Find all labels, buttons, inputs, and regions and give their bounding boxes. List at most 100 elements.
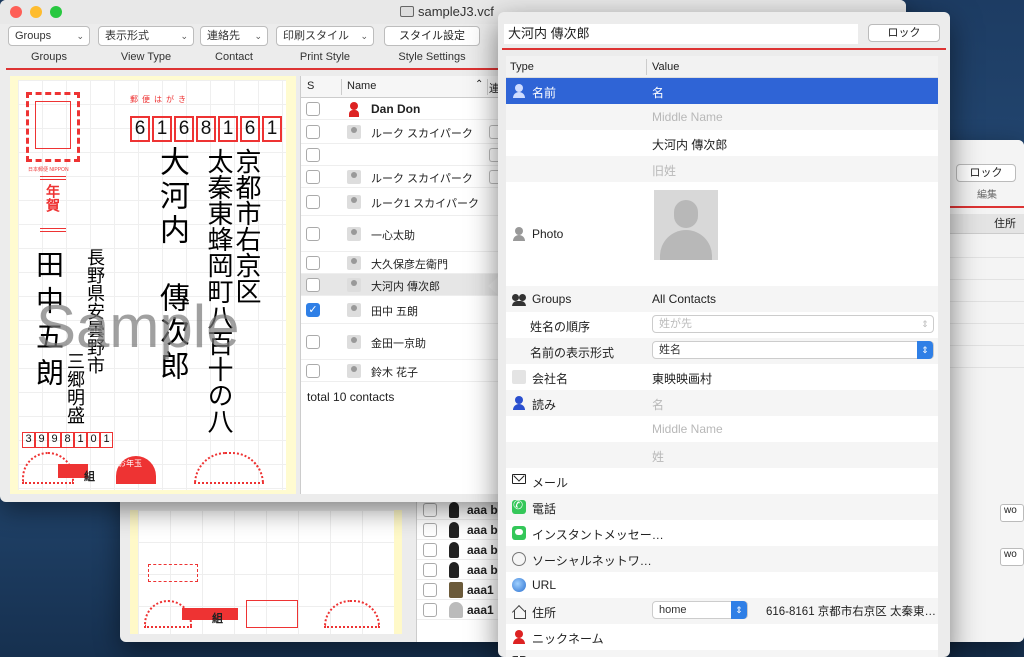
col-value-header[interactable]: Value — [652, 61, 679, 73]
chevron-down-icon: ⌄ — [254, 31, 262, 41]
back-lot-label: 組 — [212, 613, 223, 625]
select-checkbox[interactable] — [306, 278, 320, 292]
detail-row-middle[interactable]: Middle Name — [506, 104, 938, 130]
contact-photo[interactable] — [654, 190, 718, 260]
photo-body — [660, 230, 712, 260]
zip-digit: 8 — [196, 116, 216, 142]
detail-row-reading_family[interactable]: 姓 — [506, 442, 938, 468]
groups-popup[interactable]: Groups ⌄ — [8, 26, 90, 46]
select-checkbox[interactable] — [306, 195, 320, 209]
select-checkbox[interactable] — [306, 364, 320, 378]
view-type-group: 表示形式 ⌄ View Type — [98, 26, 194, 63]
print-style-popup[interactable]: 印刷スタイル ⌄ — [276, 26, 374, 46]
select-checkbox[interactable] — [423, 523, 437, 537]
lock-button[interactable]: ロック — [868, 24, 940, 42]
back-row-button[interactable]: wo — [1000, 504, 1024, 522]
detail-row-phone[interactable]: 電話 — [506, 494, 938, 520]
contact-name: aaa b — [467, 523, 498, 537]
popover-divider — [502, 48, 946, 50]
select-checkbox[interactable] — [423, 543, 437, 557]
select-checkbox[interactable] — [423, 503, 437, 517]
zip-digit: 1 — [74, 432, 87, 448]
detail-row-name[interactable]: 名前 名 — [506, 78, 938, 104]
name-field[interactable]: 大河内 傳次郎 — [504, 24, 858, 44]
select-checkbox[interactable] — [306, 102, 320, 116]
detail-value[interactable]: 名 — [652, 396, 664, 413]
close-button[interactable] — [10, 6, 22, 18]
select-checkbox[interactable] — [423, 583, 437, 597]
detail-row-photo[interactable]: Photo — [506, 182, 938, 286]
detail-value[interactable]: 旧姓 — [652, 162, 676, 179]
select-checkbox[interactable] — [306, 148, 320, 162]
list-item[interactable]: 大久保彦左衛門 — [301, 252, 501, 274]
contact-popup[interactable]: 連絡先 ⌄ — [200, 26, 268, 46]
detail-row-mail[interactable]: メール — [506, 468, 938, 494]
list-item[interactable]: ルーク スカイパーク — [301, 120, 501, 144]
detail-row-nickname[interactable]: ニックネーム — [506, 624, 938, 650]
detail-value[interactable]: Middle Name — [652, 110, 723, 124]
list-item[interactable]: ✓ 田中 五朗 — [301, 296, 501, 324]
col-name-header[interactable]: Name — [347, 80, 376, 92]
select-checkbox[interactable] — [423, 563, 437, 577]
detail-row-im[interactable]: インスタントメッセー… — [506, 520, 938, 546]
view-type-popup[interactable]: 表示形式 ⌄ — [98, 26, 194, 46]
detail-row-birthday[interactable]: 誕生日 — [506, 650, 938, 657]
select-checkbox[interactable] — [423, 603, 437, 617]
col-type-header[interactable]: Type — [510, 61, 534, 73]
minimize-button[interactable] — [30, 6, 42, 18]
detail-row-reading[interactable]: 読み 名 — [506, 390, 938, 416]
contact-avatar-icon — [347, 256, 361, 270]
contact-name: 金田一京助 — [371, 338, 426, 350]
select-checkbox[interactable] — [306, 256, 320, 270]
select-checkbox[interactable] — [306, 170, 320, 184]
detail-row-reading_middle[interactable]: Middle Name — [506, 416, 938, 442]
select-checkbox[interactable] — [306, 335, 320, 349]
detail-row-address[interactable]: 住所 home ⇕ 616-8161 京都市右京区 太秦東… — [506, 598, 938, 624]
detail-row-social[interactable]: ソーシャルネットワ… — [506, 546, 938, 572]
select-checkbox[interactable]: ✓ — [306, 303, 320, 317]
detail-row-url[interactable]: URL — [506, 572, 938, 598]
list-item[interactable]: 金田一京助 — [301, 324, 501, 360]
detail-row-name_order[interactable]: 姓名の順序 姓が先 ⇕ — [506, 312, 938, 338]
detail-row-groups[interactable]: Groups All Contacts — [506, 286, 938, 312]
list-item[interactable]: ルーク スカイパーク — [301, 166, 501, 188]
detail-value[interactable]: 東映映画村 — [652, 370, 712, 387]
address-select[interactable]: home ⇕ — [652, 601, 748, 619]
back-table-row — [950, 280, 1024, 302]
contact-name: ルーク1 スカイパーク — [371, 198, 479, 210]
detail-value[interactable]: All Contacts — [652, 292, 716, 306]
detail-row-company[interactable]: 会社名 東映映画村 — [506, 364, 938, 390]
detail-row-maiden[interactable]: 旧姓 — [506, 156, 938, 182]
window-controls — [10, 6, 62, 18]
zip-digit: 1 — [218, 116, 238, 142]
zoom-button[interactable] — [50, 6, 62, 18]
detail-value[interactable]: 大河内 傳次郎 — [652, 136, 727, 153]
detail-value[interactable]: 名 — [652, 84, 664, 101]
col-s-header[interactable]: S — [307, 80, 314, 92]
back-lock-button[interactable]: ロック — [956, 164, 1016, 182]
list-item[interactable] — [301, 144, 501, 166]
detail-row-name_display[interactable]: 名前の表示形式 姓名 ⇕ — [506, 338, 938, 364]
style-settings-button[interactable]: スタイル設定 — [384, 26, 480, 46]
back-zip-boxes — [148, 564, 198, 582]
detail-label: URL — [532, 578, 557, 592]
name_order-select[interactable]: 姓が先 ⇕ — [652, 315, 934, 333]
list-item[interactable]: ルーク1 スカイパーク — [301, 188, 501, 216]
select-checkbox[interactable] — [306, 125, 320, 139]
zip-digit: 3 — [22, 432, 35, 448]
detail-value[interactable]: 姓 — [652, 448, 664, 465]
select-checkbox[interactable] — [306, 227, 320, 241]
list-item[interactable]: Dan Don — [301, 98, 501, 120]
contact-name: ルーク スカイパーク — [371, 128, 473, 140]
contact-total: total 10 contacts — [307, 390, 395, 404]
contact-detail-popover: 大河内 傳次郎 ロック Type Value 名前名 Middle Name 大河内… — [498, 12, 950, 657]
list-item[interactable]: 大河内 傳次郎 — [301, 274, 501, 296]
detail-row-family[interactable]: 大河内 傳次郎 — [506, 130, 938, 156]
chevron-down-icon: ⌄ — [76, 31, 84, 41]
detail-value[interactable]: Middle Name — [652, 422, 723, 436]
list-item[interactable]: 鈴木 花子 — [301, 360, 501, 382]
back-row-button[interactable]: wo — [1000, 548, 1024, 566]
list-item[interactable]: 一心太助 — [301, 216, 501, 252]
view-type-value: 表示形式 — [105, 30, 149, 42]
name_display-select[interactable]: 姓名 ⇕ — [652, 341, 934, 359]
